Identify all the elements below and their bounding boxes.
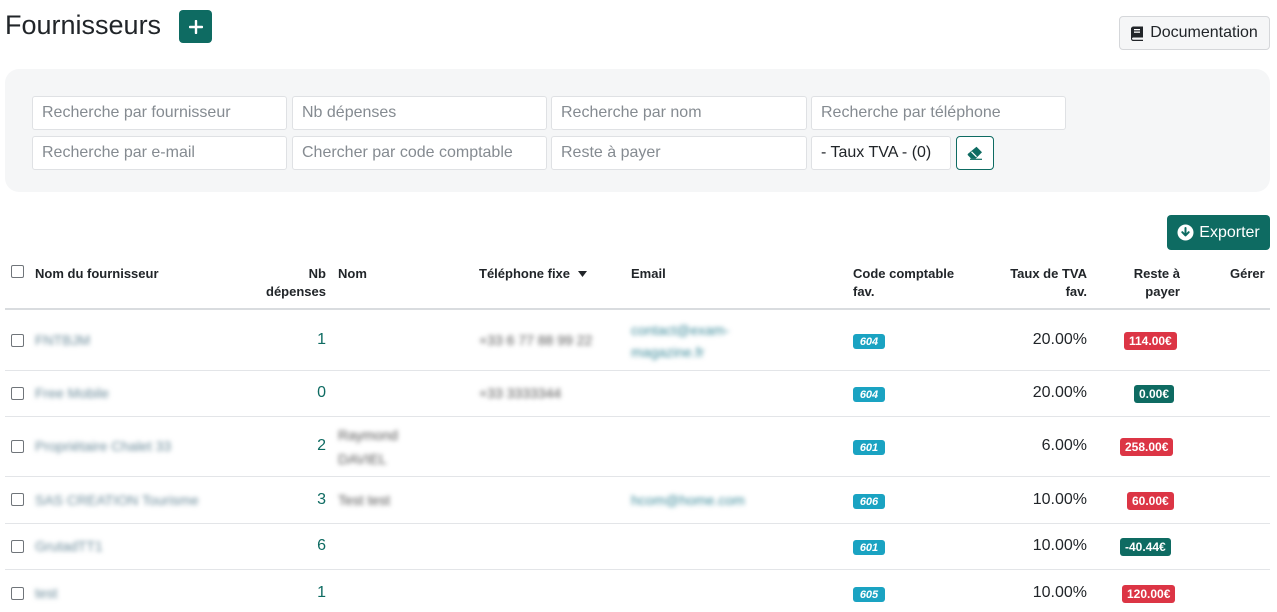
row-checkbox[interactable] bbox=[11, 493, 24, 506]
email-search-input[interactable] bbox=[32, 136, 287, 170]
phone-search-input[interactable] bbox=[811, 96, 1066, 130]
remaining-badge: 0.00€ bbox=[1134, 385, 1175, 403]
tva-rate-select[interactable]: - Taux TVA - (0) bbox=[811, 136, 951, 170]
remaining-search-input[interactable] bbox=[551, 136, 807, 170]
plus-icon bbox=[188, 19, 203, 34]
expense-count-input[interactable] bbox=[292, 96, 547, 130]
row-checkbox[interactable] bbox=[11, 587, 24, 600]
header-divider bbox=[5, 308, 1270, 310]
header-remaining[interactable]: Reste à payer bbox=[1110, 265, 1180, 301]
page-title: Fournisseurs bbox=[5, 10, 162, 40]
supplier-name-link[interactable]: FNTBJM bbox=[35, 332, 90, 348]
supplier-name-link[interactable]: Free Mobile bbox=[35, 385, 109, 401]
supplier-name-link[interactable]: SAS CREATION Tourisme bbox=[35, 492, 199, 508]
row-divider bbox=[5, 370, 1270, 371]
remaining-badge: 114.00€ bbox=[1124, 332, 1177, 350]
header-tva-line2: fav. bbox=[1065, 284, 1087, 299]
header-nb-line1: Nb bbox=[308, 266, 326, 281]
expense-count-link[interactable]: 6 bbox=[296, 537, 326, 555]
tva-rate-cell: 6.00% bbox=[1041, 437, 1087, 454]
header-supplier[interactable]: Nom du fournisseur bbox=[35, 265, 159, 283]
account-code-badge: 604 bbox=[853, 387, 885, 402]
clear-filters-button[interactable] bbox=[956, 136, 994, 170]
header-name[interactable]: Nom bbox=[338, 265, 367, 283]
supplier-search-input[interactable] bbox=[32, 96, 287, 130]
book-icon bbox=[1131, 26, 1144, 41]
documentation-label: Documentation bbox=[1150, 24, 1258, 41]
header-nb-line2: dépenses bbox=[266, 284, 326, 299]
header-tva-rate[interactable]: Taux de TVA fav. bbox=[990, 265, 1087, 301]
header-phone-label: Téléphone fixe bbox=[479, 266, 571, 281]
email-link[interactable]: hcom@home.com bbox=[631, 492, 745, 508]
expense-count-link[interactable]: 2 bbox=[296, 437, 326, 455]
contact-name-cell: Raymond bbox=[338, 427, 398, 443]
account-code-badge: 601 bbox=[853, 440, 885, 455]
eraser-icon bbox=[967, 146, 982, 160]
tva-rate-cell: 10.00% bbox=[1032, 491, 1087, 508]
expense-count-link[interactable]: 1 bbox=[296, 584, 326, 602]
account-code-badge: 605 bbox=[853, 587, 885, 602]
header-account-code[interactable]: Code comptable fav. bbox=[853, 265, 954, 301]
supplier-name-link[interactable]: test bbox=[35, 585, 58, 601]
supplier-name-link[interactable]: Propriétaire Chalet 33 bbox=[35, 438, 171, 454]
download-circle-icon bbox=[1177, 224, 1194, 241]
tva-rate-cell: 10.00% bbox=[1032, 537, 1087, 554]
phone-cell: +33 6 77 88 99 22 bbox=[479, 332, 593, 348]
header-rest-line1: Reste à bbox=[1133, 266, 1180, 281]
export-button[interactable]: Exporter bbox=[1167, 215, 1270, 250]
remaining-badge: 60.00€ bbox=[1127, 492, 1174, 510]
row-checkbox[interactable] bbox=[11, 440, 24, 453]
supplier-name-link[interactable]: GrutadTT1 bbox=[35, 538, 103, 554]
row-divider bbox=[5, 476, 1270, 477]
contact-name-cell-line2: DAVIEL bbox=[338, 451, 387, 467]
name-search-input[interactable] bbox=[551, 96, 807, 130]
select-all-checkbox[interactable] bbox=[11, 265, 24, 278]
header-rest-line2: payer bbox=[1145, 284, 1180, 299]
expense-count-link[interactable]: 3 bbox=[296, 491, 326, 509]
remaining-badge: 258.00€ bbox=[1120, 438, 1174, 456]
row-divider bbox=[5, 523, 1270, 524]
add-supplier-button[interactable] bbox=[179, 10, 212, 43]
row-checkbox[interactable] bbox=[11, 540, 24, 553]
documentation-button[interactable]: Documentation bbox=[1119, 16, 1270, 50]
row-divider bbox=[5, 416, 1270, 417]
tva-rate-cell: 20.00% bbox=[1032, 331, 1087, 348]
contact-name-cell: Test test bbox=[338, 492, 391, 508]
account-code-badge: 604 bbox=[853, 334, 885, 349]
remaining-badge: 120.00€ bbox=[1122, 585, 1176, 603]
header-tva-line1: Taux de TVA bbox=[1010, 266, 1087, 281]
account-code-search-input[interactable] bbox=[292, 136, 547, 170]
email-link-line2[interactable]: magazine.fr bbox=[631, 344, 704, 360]
header-code-line2: fav. bbox=[853, 284, 875, 299]
row-divider bbox=[5, 569, 1270, 570]
phone-cell: +33 3333344 bbox=[479, 385, 562, 401]
header-nb-expenses[interactable]: Nb dépenses bbox=[250, 265, 326, 301]
expense-count-link[interactable]: 1 bbox=[296, 331, 326, 349]
account-code-badge: 601 bbox=[853, 540, 885, 555]
export-label: Exporter bbox=[1199, 223, 1260, 241]
remaining-badge: -40.44€ bbox=[1120, 538, 1171, 556]
filter-panel bbox=[5, 69, 1270, 192]
row-checkbox[interactable] bbox=[11, 387, 24, 400]
tva-rate-select-value: - Taux TVA - (0) bbox=[821, 144, 932, 161]
tva-rate-cell: 20.00% bbox=[1032, 384, 1087, 401]
account-code-badge: 606 bbox=[853, 494, 885, 509]
expense-count-link[interactable]: 0 bbox=[296, 384, 326, 402]
header-email[interactable]: Email bbox=[631, 265, 666, 283]
email-link[interactable]: contact@exam- bbox=[631, 322, 729, 338]
tva-rate-cell: 10.00% bbox=[1032, 584, 1087, 601]
header-code-line1: Code comptable bbox=[853, 266, 955, 281]
header-manage: Gérer bbox=[1230, 266, 1265, 281]
row-checkbox[interactable] bbox=[11, 334, 24, 347]
header-phone[interactable]: Téléphone fixe bbox=[479, 265, 588, 283]
sort-down-icon bbox=[578, 271, 588, 277]
